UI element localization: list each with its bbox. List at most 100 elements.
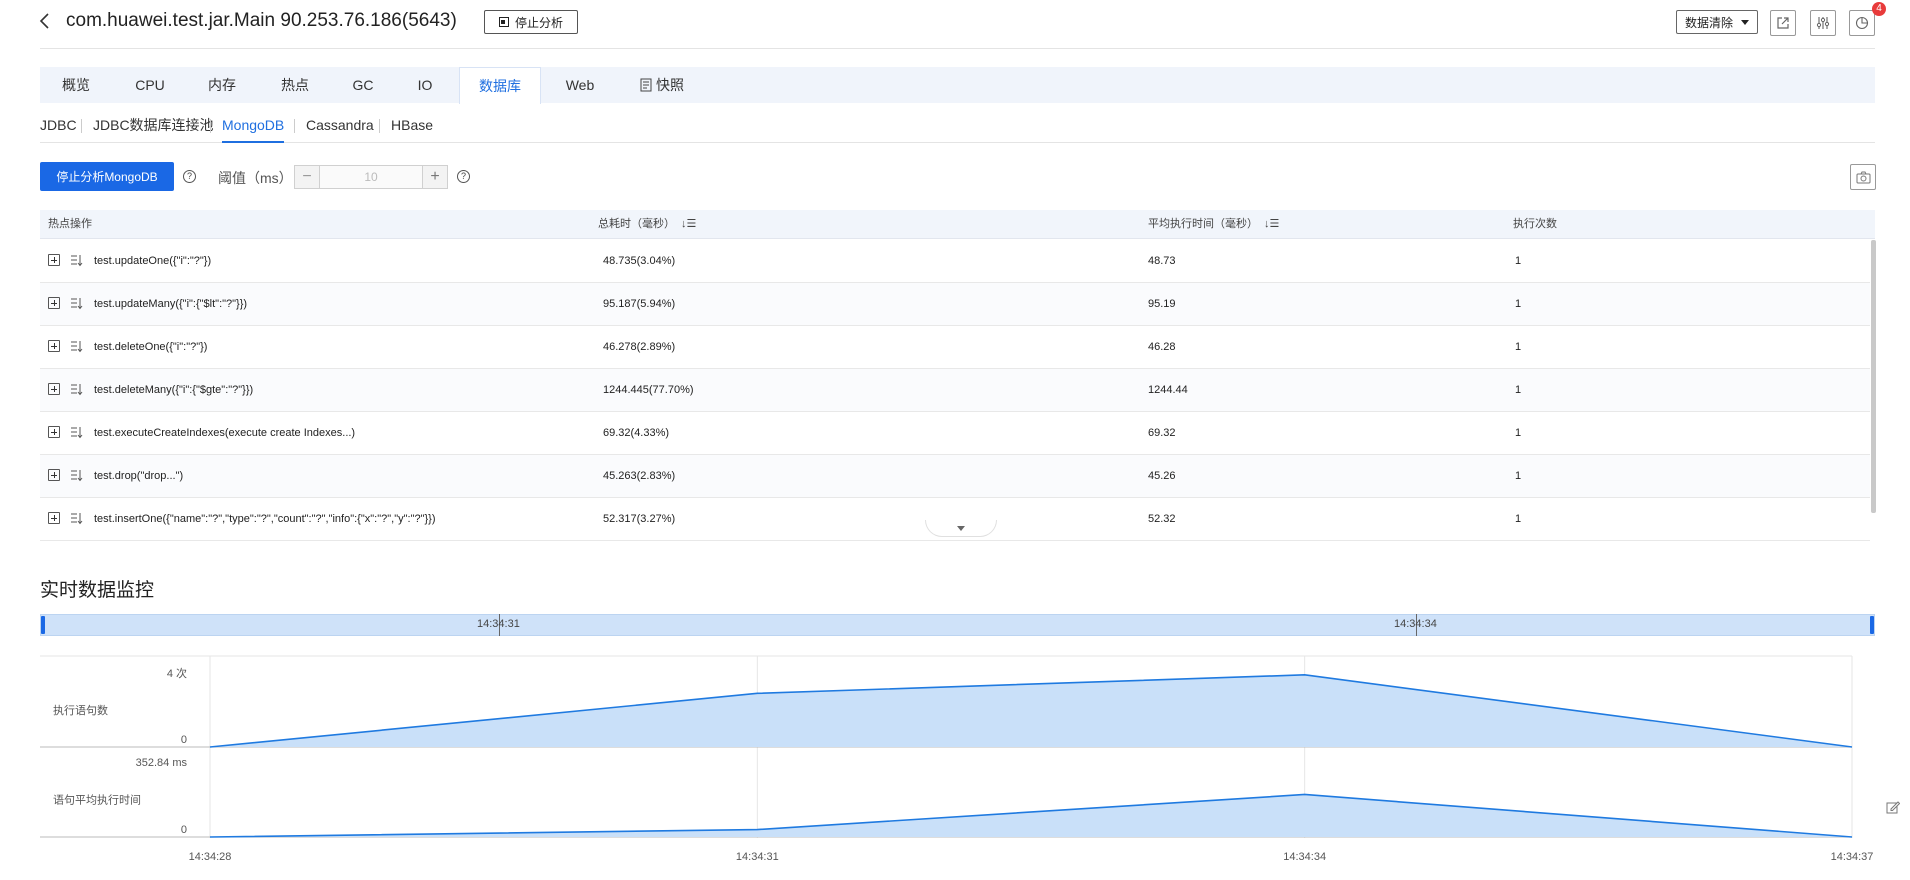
tab-cpu[interactable]: CPU: [130, 67, 170, 103]
cell-avg-time: 46.28: [1148, 341, 1176, 353]
cell-avg-time: 69.32: [1148, 427, 1176, 439]
threshold-label: 阈值（ms）: [218, 170, 293, 186]
column-header-avg-time[interactable]: 平均执行时间（毫秒） ↓☰: [1148, 210, 1279, 238]
cell-operation: test.drop("drop..."): [94, 470, 184, 482]
export-button[interactable]: [1770, 10, 1796, 36]
back-arrow-icon[interactable]: [38, 12, 52, 30]
slider-label: 14:34:34: [1394, 618, 1437, 630]
series-name-label: 语句平均执行时间: [53, 793, 141, 807]
tab-memory[interactable]: 内存: [201, 67, 243, 103]
cell-count: 1: [1515, 384, 1522, 396]
expand-icon[interactable]: [48, 383, 60, 395]
call-tree-icon[interactable]: [70, 340, 84, 353]
call-tree-icon[interactable]: [70, 426, 84, 439]
collapse-table-button[interactable]: [925, 520, 997, 537]
stop-analysis-label: 停止分析: [514, 15, 563, 30]
call-tree-icon[interactable]: [70, 297, 84, 310]
expand-icon[interactable]: [48, 512, 60, 524]
x-tick-label: 14:34:37: [1831, 851, 1874, 863]
time-range-slider[interactable]: [40, 614, 1875, 636]
x-tick-label: 14:34:28: [189, 851, 232, 863]
subtab-divider: [40, 142, 1875, 143]
call-tree-icon[interactable]: [70, 254, 84, 267]
table-scrollbar[interactable]: [1871, 240, 1876, 513]
series-area: [210, 794, 1852, 837]
subtab-mongodb[interactable]: MongoDB: [222, 116, 284, 134]
call-tree-icon[interactable]: [70, 383, 84, 396]
y-min-label: 0: [181, 734, 187, 746]
cell-operation: test.executeCreateIndexes(execute create…: [94, 427, 356, 439]
export-icon: [1777, 17, 1789, 29]
stop-mongodb-analysis-button[interactable]: 停止分析MongoDB: [40, 162, 174, 191]
subtab-separator: [379, 119, 380, 133]
snapshot-icon: [640, 78, 652, 92]
subtab-hbase[interactable]: HBase: [391, 116, 433, 134]
subtab-jdbc[interactable]: JDBC: [40, 116, 77, 134]
table-row[interactable]: test.drop("drop...") 45.263(2.83%) 45.26 1: [40, 455, 1870, 498]
cell-count: 1: [1515, 513, 1522, 525]
tab-web[interactable]: Web: [562, 67, 598, 103]
y-max-label: 352.84 ms: [136, 757, 188, 769]
help-icon[interactable]: ?: [183, 170, 196, 183]
expand-icon[interactable]: [48, 469, 60, 481]
increment-button[interactable]: +: [423, 166, 447, 188]
tab-io[interactable]: IO: [412, 67, 438, 103]
threshold-help-icon[interactable]: ?: [457, 170, 470, 183]
tab-hotspot[interactable]: 热点: [274, 67, 316, 103]
sort-icon[interactable]: ↓☰: [681, 210, 696, 238]
y-max-label: 4 次: [167, 666, 187, 680]
threshold-stepper[interactable]: − 10 +: [294, 165, 448, 189]
threshold-input[interactable]: 10: [319, 166, 423, 188]
stop-analysis-button[interactable]: 停止分析: [484, 10, 578, 34]
slider-handle-left[interactable]: [41, 616, 45, 634]
table-header: 热点操作 总耗时（毫秒） ↓☰ 平均执行时间（毫秒） ↓☰ 执行次数: [40, 210, 1875, 239]
tab-overview[interactable]: 概览: [56, 67, 96, 103]
y-min-label: 0: [181, 824, 187, 836]
call-tree-icon[interactable]: [70, 512, 84, 525]
tab-gc[interactable]: GC: [349, 67, 377, 103]
column-header-operation: 热点操作: [48, 218, 92, 230]
cell-avg-time: 48.73: [1148, 255, 1176, 267]
table-row[interactable]: test.updateMany({"i":{"$lt":"?"}}) 95.187…: [40, 283, 1870, 326]
expand-icon[interactable]: [48, 426, 60, 438]
screenshot-button[interactable]: [1850, 164, 1876, 190]
active-subtab-indicator: [222, 141, 284, 143]
table-row[interactable]: test.deleteOne({"i":"?"}) 46.278(2.89%) 46…: [40, 326, 1870, 369]
cell-total-time: 46.278(2.89%): [603, 341, 676, 353]
table-row[interactable]: test.executeCreateIndexes(execute create…: [40, 412, 1870, 455]
cell-count: 1: [1515, 341, 1522, 353]
subtab-separator: [294, 119, 295, 133]
tab-snapshot[interactable]: 快照: [640, 67, 690, 103]
column-header-count: 执行次数: [1513, 218, 1557, 230]
slider-handle-right[interactable]: [1870, 616, 1874, 634]
report-button[interactable]: [1849, 10, 1875, 36]
sort-icon[interactable]: ↓☰: [1264, 210, 1279, 238]
expand-icon[interactable]: [48, 340, 60, 352]
page-title: com.huawei.test.jar.Main 90.253.76.186(5…: [66, 10, 457, 31]
expand-icon[interactable]: [48, 254, 60, 266]
camera-icon: [1856, 171, 1870, 183]
call-tree-icon[interactable]: [70, 469, 84, 482]
cell-operation: test.updateMany({"i":{"$lt":"?"}}): [94, 298, 248, 310]
data-clear-dropdown[interactable]: 数据清除: [1676, 10, 1758, 34]
subtab-cassandra[interactable]: Cassandra: [306, 116, 374, 134]
cell-count: 1: [1515, 427, 1522, 439]
table-row[interactable]: test.updateOne({"i":"?"}) 48.735(3.04%) 48…: [40, 240, 1870, 283]
cell-avg-time: 52.32: [1148, 513, 1176, 525]
header-divider: [40, 48, 1875, 49]
decrement-button[interactable]: −: [295, 166, 319, 188]
expand-icon[interactable]: [48, 297, 60, 309]
monitor-chart: 14:34:28 14:34:31 14:34:34 14:34:37 4 次 0 执行语句…: [40, 655, 1874, 863]
edit-icon[interactable]: [1886, 800, 1900, 814]
cell-operation: test.updateOne({"i":"?"}): [94, 255, 212, 267]
cell-total-time: 69.32(4.33%): [603, 427, 670, 439]
tab-database[interactable]: 数据库: [459, 67, 541, 104]
cell-avg-time: 1244.44: [1148, 384, 1188, 396]
x-tick-label: 14:34:34: [1283, 851, 1326, 863]
subtab-jdbc-pool[interactable]: JDBC数据库连接池: [93, 116, 214, 134]
table-row[interactable]: test.deleteMany({"i":{"$gte":"?"}}) 1244.…: [40, 369, 1870, 412]
cell-avg-time: 45.26: [1148, 470, 1176, 482]
x-tick-label: 14:34:31: [736, 851, 779, 863]
column-header-total-time[interactable]: 总耗时（毫秒） ↓☰: [598, 210, 696, 238]
settings-button[interactable]: [1810, 10, 1836, 36]
